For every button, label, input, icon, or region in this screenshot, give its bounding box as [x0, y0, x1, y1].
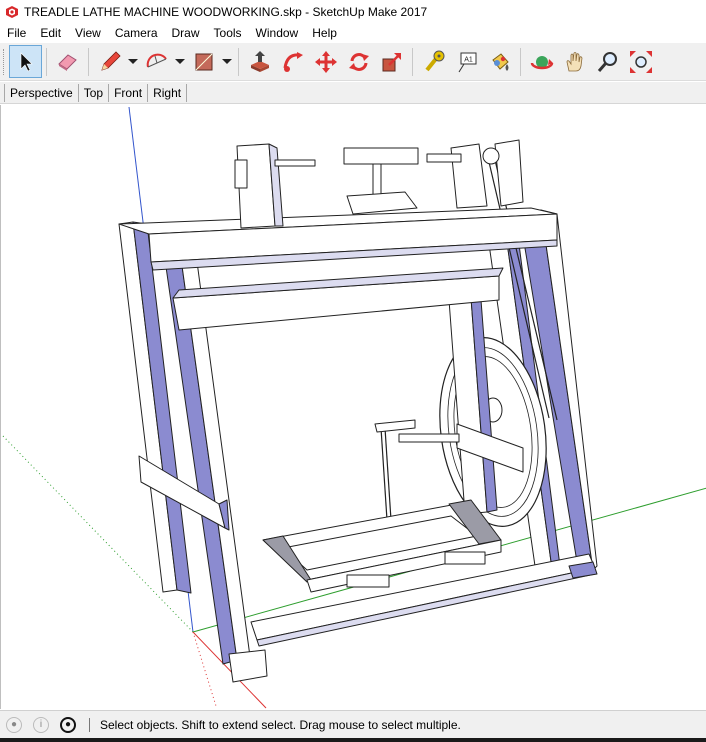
title-bar: TREADLE LATHE MACHINE WOODWORKING.skp - … [0, 0, 706, 24]
follow-me-icon [283, 51, 303, 72]
menu-camera[interactable]: Camera [108, 24, 165, 43]
status-message: Select objects. Shift to extend select. … [100, 717, 461, 732]
pencil-tool-button[interactable] [93, 45, 126, 78]
pencil-dropdown[interactable] [126, 45, 140, 78]
pan-tool-button[interactable] [558, 45, 591, 78]
arc-dropdown[interactable] [173, 45, 187, 78]
arc-tool-button[interactable] [140, 45, 173, 78]
eraser-icon [57, 53, 77, 71]
lathe-model-drawing [2, 106, 706, 709]
tape-measure-icon [424, 50, 444, 71]
modeling-viewport[interactable] [0, 105, 706, 709]
push-pull-tool-button[interactable] [243, 45, 276, 78]
text-tool-label: A1 [464, 56, 473, 63]
menu-bar: File Edit View Camera Draw Tools Window … [0, 24, 706, 43]
orbit-icon [530, 55, 553, 69]
menu-file[interactable]: File [0, 24, 33, 43]
tape-measure-tool-button[interactable] [417, 45, 450, 78]
zoom-icon [597, 51, 617, 72]
user-account-icon[interactable]: ● [60, 716, 76, 733]
orbit-tool-button[interactable] [525, 45, 558, 78]
follow-me-tool-button[interactable] [276, 45, 309, 78]
menu-view[interactable]: View [68, 24, 108, 43]
menu-edit[interactable]: Edit [33, 24, 68, 43]
select-icon [20, 51, 33, 71]
menu-help[interactable]: Help [305, 24, 344, 43]
toolbar-separator [412, 47, 413, 76]
menu-draw[interactable]: Draw [165, 24, 207, 43]
rectangle-tool-button[interactable] [187, 45, 220, 78]
toolbar-separator [520, 47, 521, 76]
views-toolbar: Perspective Top Front Right [0, 82, 706, 104]
sketchup-logo-icon [6, 6, 18, 18]
push-pull-icon [250, 50, 269, 72]
scale-tool-button[interactable] [375, 45, 408, 78]
zoom-tool-button[interactable] [591, 45, 624, 78]
pencil-icon [100, 50, 121, 71]
rotate-icon [348, 52, 369, 71]
window-title: TREADLE LATHE MACHINE WOODWORKING.skp - … [24, 5, 428, 19]
view-right-button[interactable]: Right [148, 83, 188, 102]
menu-window[interactable]: Window [249, 24, 306, 43]
eraser-tool-button[interactable] [51, 45, 84, 78]
paint-bucket-icon [491, 52, 509, 71]
zoom-extents-tool-button[interactable] [624, 45, 657, 78]
view-front-button[interactable]: Front [109, 83, 149, 102]
arc-icon [146, 53, 167, 67]
rotate-tool-button[interactable] [342, 45, 375, 78]
text-icon: A1 [458, 52, 476, 72]
paint-bucket-tool-button[interactable] [483, 45, 516, 78]
view-top-button[interactable]: Top [79, 83, 110, 102]
rectangle-dropdown[interactable] [220, 45, 234, 78]
status-separator [89, 717, 90, 732]
toolbar-grip[interactable] [3, 48, 6, 75]
scale-icon [382, 52, 401, 71]
move-icon [314, 50, 337, 73]
tool-rest [343, 147, 419, 165]
toolbar-separator [88, 47, 89, 76]
toolbar-separator [238, 47, 239, 76]
hinge-right [444, 551, 486, 565]
main-toolbar: A1 [0, 43, 706, 81]
rectangle-icon [195, 53, 212, 70]
toolbar-separator [46, 47, 47, 76]
red-axis-dotted [192, 631, 217, 707]
credits-icon[interactable]: i [33, 716, 49, 733]
hinge-left [346, 574, 390, 588]
zoom-extents-icon [629, 50, 652, 73]
sketchup-window: TREADLE LATHE MACHINE WOODWORKING.skp - … [0, 0, 706, 742]
pan-icon [566, 51, 582, 71]
view-perspective-button[interactable]: Perspective [4, 83, 79, 102]
menu-tools[interactable]: Tools [207, 24, 249, 43]
geo-location-icon[interactable]: ● [6, 716, 22, 733]
foot-front-left [228, 649, 268, 683]
text-tool-button[interactable]: A1 [450, 45, 483, 78]
taskbar-edge [0, 738, 706, 742]
move-tool-button[interactable] [309, 45, 342, 78]
select-tool-button[interactable] [9, 45, 42, 78]
status-bar: ● i ● Select objects. Shift to extend se… [0, 710, 706, 738]
